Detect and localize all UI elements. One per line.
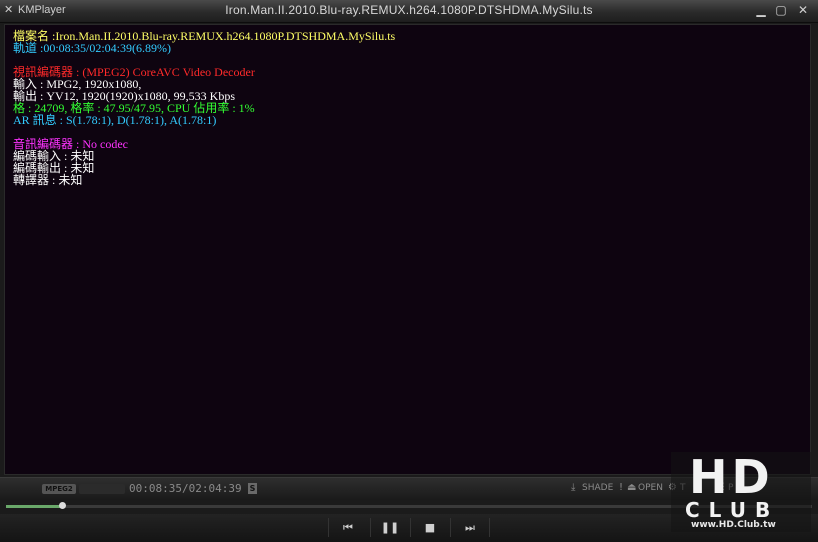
time-display[interactable]: 00:08:35/02:04:39 [129,482,242,495]
stop-icon[interactable]: ■ [410,518,449,537]
divider-icon: ! [619,482,624,493]
open-button[interactable]: OPEN [638,483,663,493]
maximize-icon[interactable]: ▢ [774,3,788,17]
watermark-hd: HD [689,450,774,504]
shade-button[interactable]: SHADE [582,483,613,493]
video-area[interactable]: 檔案名 :Iron.Man.II.2010.Blu-ray.REMUX.h264… [4,24,811,475]
kmplayer-window: ✕ KMPlayer Iron.Man.II.2010.Blu-ray.REMU… [0,0,818,542]
pause-icon[interactable]: ❚❚ [370,518,409,537]
info-badge [79,484,125,494]
osd-info-panel: 檔案名 :Iron.Man.II.2010.Blu-ray.REMUX.h264… [13,30,395,186]
close-icon[interactable]: ✕ [796,3,810,17]
prev-icon[interactable]: ⏮ [328,518,367,537]
osd-line-aspect: AR 訊息 : S(1.78:1), D(1.78:1), A(1.78:1) [13,113,217,127]
eject-icon[interactable]: ⏏ [627,482,636,493]
window-title: Iron.Man.II.2010.Blu-ray.REMUX.h264.1080… [225,3,593,17]
minimize-icon[interactable]: ▁ [754,3,768,17]
seek-progress [6,505,62,508]
codec-badge: MPEG2 [42,484,76,494]
watermark-logo: HD CLUB www.HD.Club.tw [671,452,811,532]
shade-icon[interactable]: ⤓ [571,482,575,493]
subtitle-badge[interactable]: S [248,483,257,494]
watermark-club: CLUB [685,498,780,522]
next-icon[interactable]: ⏭ [450,518,490,537]
osd-line-track: 軌道 :00:08:35/02:04:39(6.89%) [13,41,171,55]
seek-thumb[interactable] [58,502,66,509]
watermark-url: www.HD.Club.tw [691,520,776,530]
osd-line-renderer: 轉譯器 : 未知 [13,173,83,187]
title-bar[interactable]: ✕ KMPlayer Iron.Man.II.2010.Blu-ray.REMU… [0,0,818,23]
